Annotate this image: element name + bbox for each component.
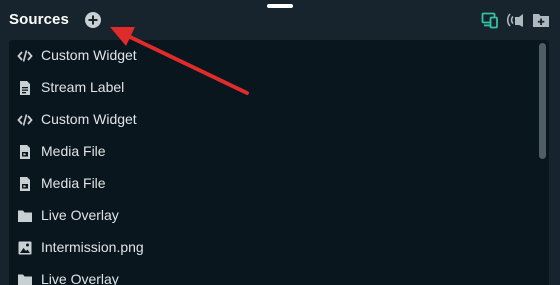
source-label: Live Overlay [41,207,119,223]
device-button[interactable] [481,11,499,29]
source-label: Custom Widget [41,111,137,127]
broadcast-button[interactable] [506,11,525,29]
media-file-icon [20,177,30,191]
devices-icon [481,12,498,29]
folder-icon [18,274,32,285]
broadcast-icon [506,13,523,27]
panel-title: Sources [9,11,69,28]
source-label: Intermission.png [41,239,144,255]
folder-add-icon [533,14,549,27]
sources-panel: Sources Custom Widget Stream Label Custo… [0,0,560,285]
source-item[interactable]: Media File [9,168,549,200]
source-label: Custom Widget [41,47,137,63]
source-item[interactable]: Stream Label [9,72,549,104]
sources-list[interactable]: Custom Widget Stream Label Custom Widget [9,40,549,285]
add-folder-button[interactable] [532,11,550,29]
add-source-button[interactable] [84,11,102,29]
source-label: Media File [41,175,106,191]
code-icon [17,114,33,126]
source-item[interactable]: Custom Widget [9,40,549,72]
source-label: Stream Label [41,79,125,95]
source-item[interactable]: Media File [9,136,549,168]
sources-header: Sources [0,0,560,40]
media-file-icon [20,145,30,159]
source-item[interactable]: Custom Widget [9,104,549,136]
source-item[interactable]: Live Overlay [9,264,549,285]
image-icon [18,241,32,255]
document-icon [20,81,30,95]
plus-circle-icon [85,12,101,28]
list-scrollbar[interactable] [539,43,546,159]
folder-icon [18,210,32,222]
source-item[interactable]: Intermission.png [9,232,549,264]
source-label: Media File [41,143,106,159]
source-label: Live Overlay [41,271,119,285]
source-item[interactable]: Live Overlay [9,200,549,232]
code-icon [17,50,33,62]
